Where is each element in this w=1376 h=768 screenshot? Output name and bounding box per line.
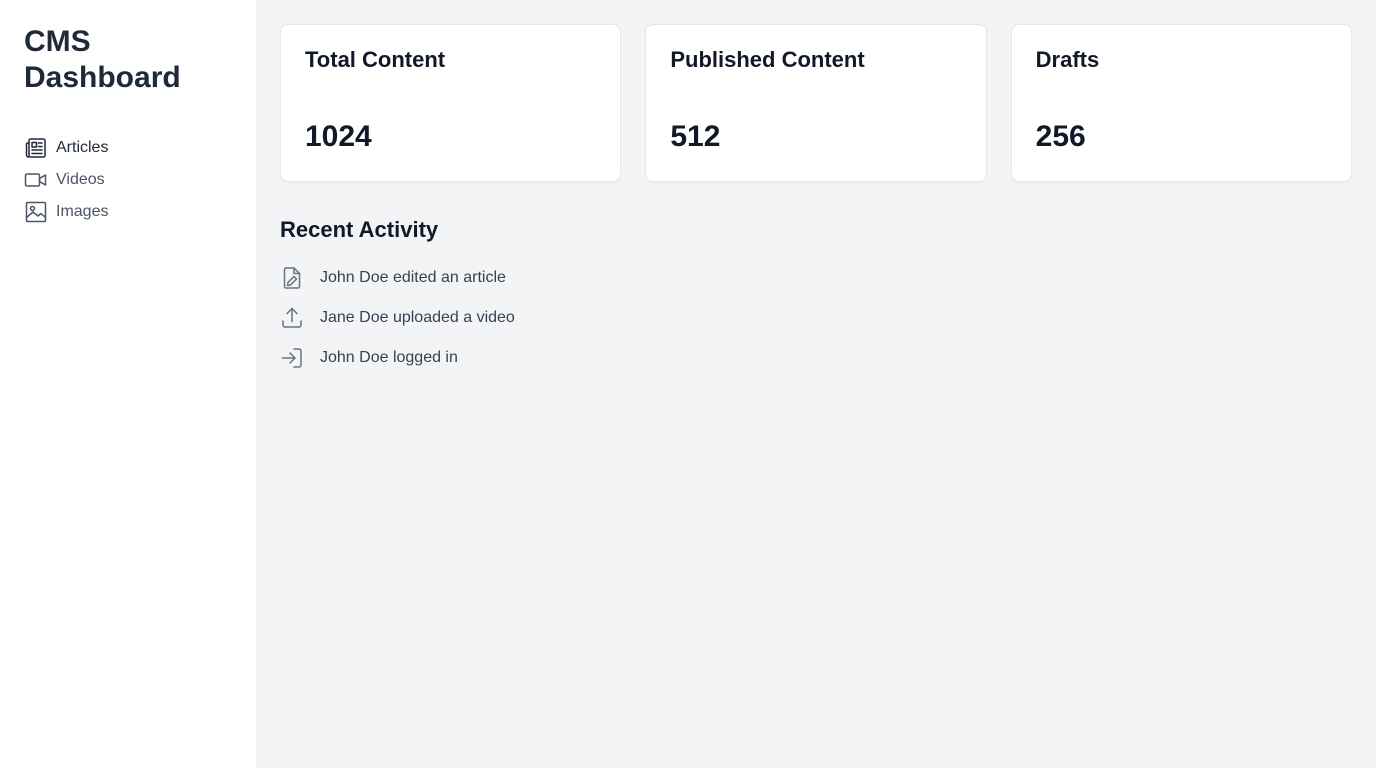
sidebar-nav: Articles Videos Images [24,132,232,228]
sidebar-item-videos[interactable]: Videos [24,164,232,196]
main-content: Total Content 1024 Published Content 512… [256,0,1376,768]
stats-cards: Total Content 1024 Published Content 512… [280,24,1352,182]
stat-value: 256 [1035,120,1086,153]
video-camera-icon [24,168,48,192]
upload-icon [280,306,304,330]
list-item: John Doe edited an article [280,258,1352,298]
list-item: John Doe logged in [280,338,1352,378]
sidebar-item-label: Videos [56,171,105,188]
stat-card-total: Total Content 1024 [280,24,622,182]
stat-value: 512 [670,120,721,153]
stat-title: Drafts [1035,47,1100,72]
brand-title: CMS Dashboard [24,25,181,94]
newspaper-icon [24,136,48,160]
image-icon [24,200,48,224]
stat-card-published: Published Content 512 [645,24,987,182]
sidebar-item-images[interactable]: Images [24,196,232,228]
document-edit-icon [280,266,304,290]
activity-text: Jane Doe uploaded a video [320,309,515,326]
sidebar-item-articles[interactable]: Articles [24,132,232,164]
login-icon [280,346,304,370]
app-root: CMS Dashboard Articles Videos Images Tot… [0,0,1376,768]
activity-text: John Doe edited an article [320,269,506,286]
activity-list: John Doe edited an article Jane Doe uplo… [280,258,1352,378]
stat-value: 1024 [305,120,372,153]
sidebar: CMS Dashboard Articles Videos Images [0,0,256,768]
stat-title: Published Content [670,47,865,72]
list-item: Jane Doe uploaded a video [280,298,1352,338]
sidebar-item-label: Articles [56,139,109,156]
sidebar-item-label: Images [56,203,109,220]
stat-card-drafts: Drafts 256 [1010,24,1352,182]
stat-title: Total Content [305,47,446,72]
recent-activity-title: Recent Activity [280,217,439,242]
activity-text: John Doe logged in [320,349,458,366]
